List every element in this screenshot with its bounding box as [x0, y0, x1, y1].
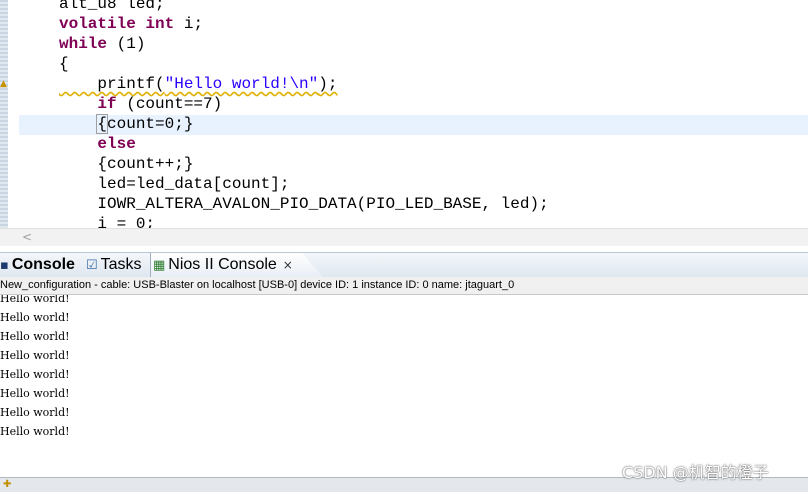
code-string: "Hello world!\n": [164, 75, 319, 93]
console-output-line: Hello world!: [0, 406, 70, 419]
editor-horizontal-scrollbar[interactable]: <: [0, 228, 808, 246]
console-icon: ▪: [0, 257, 9, 273]
console-output-line: Hello world!: [0, 349, 70, 362]
add-icon[interactable]: ✚: [3, 478, 11, 492]
editor-gutter: [8, 0, 19, 228]
code-token: alt_u8 led;: [59, 0, 165, 13]
code-line[interactable]: {count=0;}: [59, 114, 549, 134]
warning-icon[interactable]: ▲: [0, 78, 8, 90]
code-token: led=led_data[count];: [59, 175, 290, 193]
code-token: i = 0;: [59, 215, 156, 228]
console-output-line: Hello world!: [0, 387, 70, 400]
console-description: New_configuration - cable: USB-Blaster o…: [0, 277, 808, 295]
console-output-line: Hello world!: [0, 368, 70, 381]
view-tab-bar: ▪ Console ☑ Tasks ▦ Nios II Console ×: [0, 252, 808, 278]
code-line[interactable]: printf("Hello world!\n");: [59, 74, 549, 94]
console-output-line: Hello world!: [0, 311, 70, 324]
code-token: IOWR_ALTERA_AVALON_PIO_DATA(PIO_LED_BASE…: [59, 195, 549, 213]
code-line[interactable]: else: [59, 134, 549, 154]
close-icon[interactable]: ×: [283, 258, 293, 272]
code-token: count=0;}: [107, 115, 194, 133]
console-output-line: Hello world!: [0, 425, 70, 438]
code-line[interactable]: IOWR_ALTERA_AVALON_PIO_DATA(PIO_LED_BASE…: [59, 194, 549, 214]
code-token: );: [318, 75, 338, 93]
chevron-left-icon[interactable]: <: [22, 229, 32, 245]
code-line[interactable]: while (1): [59, 34, 549, 54]
code-line[interactable]: volatile int i;: [59, 14, 549, 34]
code-token: {count++;}: [59, 155, 194, 173]
code-keyword: while: [59, 35, 108, 53]
code-token: (count==7): [116, 95, 223, 113]
code-token: {: [96, 114, 108, 134]
tab-nios-ii-console-label: Nios II Console: [168, 256, 277, 273]
code-line[interactable]: if (count==7): [59, 94, 549, 114]
code-token: i;: [174, 15, 204, 33]
watermark: CSDN @机智的橙子: [622, 463, 769, 482]
tab-console-label: Console: [11, 256, 75, 273]
code-text[interactable]: alt_u8 led; volatile int i; while (1){ pri…: [59, 0, 549, 228]
console-output-line: Hello world!: [0, 295, 70, 305]
code-line[interactable]: led=led_data[count];: [59, 174, 549, 194]
nios-console-icon: ▦: [153, 257, 166, 273]
code-line[interactable]: {count++;}: [59, 154, 549, 174]
code-line[interactable]: i = 0;: [59, 214, 549, 228]
tab-console[interactable]: ▪ Console: [0, 253, 75, 277]
console-output-line: Hello world!: [0, 330, 70, 343]
code-keyword: else: [97, 135, 136, 153]
code-keyword: if: [97, 95, 117, 113]
code-token: printf(: [59, 75, 165, 93]
code-token: {: [59, 55, 69, 73]
code-keyword: volatile: [59, 15, 136, 33]
code-line[interactable]: alt_u8 led;: [59, 0, 549, 14]
tab-tasks[interactable]: ☑ Tasks: [86, 253, 142, 277]
tab-tasks-label: Tasks: [100, 256, 142, 273]
code-editor[interactable]: ▲ alt_u8 led; volatile int i; while (1){ p…: [0, 0, 808, 228]
console-output[interactable]: Hello world! Hello world! Hello world! Hell…: [0, 295, 808, 477]
code-token: (1): [107, 35, 146, 53]
code-keyword: int: [145, 15, 175, 33]
code-line[interactable]: {: [59, 54, 549, 74]
tasks-icon: ☑: [86, 257, 98, 273]
tab-nios-ii-console[interactable]: ▦ Nios II Console ×: [150, 253, 323, 277]
overview-ruler: [0, 0, 8, 228]
